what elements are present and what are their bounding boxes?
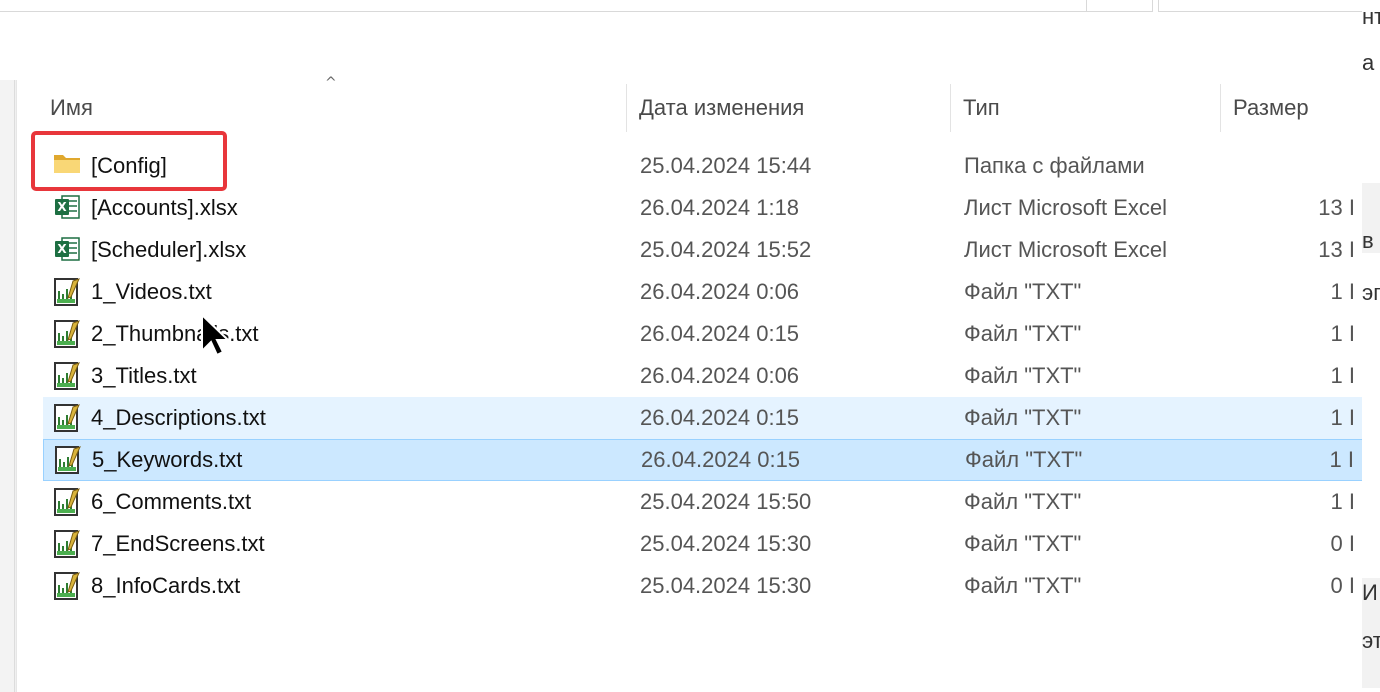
file-size: 1 I [1329,447,1354,472]
file-type: Файл "TXT" [964,279,1082,304]
text-file-icon [53,571,81,601]
file-type: Файл "TXT" [964,573,1082,598]
file-type: Файл "TXT" [964,489,1082,514]
file-date: 25.04.2024 15:44 [640,153,812,178]
file-size: 1 I [1330,489,1355,514]
file-date: 26.04.2024 0:06 [640,279,800,304]
file-date: 26.04.2024 0:06 [640,363,800,388]
excel-icon: X [53,235,81,265]
file-size: 1 I [1330,363,1355,388]
fragment-text: в [1362,228,1374,253]
excel-icon: X [53,193,81,223]
text-file-icon [53,403,81,433]
file-name: 8_InfoCards.txt [91,573,241,598]
file-size: 1 I [1330,405,1355,430]
column-divider[interactable] [626,84,627,132]
file-type: Файл "TXT" [964,405,1082,430]
file-size: 1 I [1330,279,1355,304]
text-file-icon [53,529,81,559]
file-name: 5_Keywords.txt [92,447,243,472]
address-bar[interactable] [0,0,1088,12]
file-name: 2_Thumbnails.txt [91,321,259,346]
file-date: 26.04.2024 0:15 [641,447,801,472]
file-name: 6_Comments.txt [91,489,252,514]
file-row[interactable]: 3_Titles.txt 26.04.2024 0:06 Файл "TXT" 1 I [43,355,1363,397]
file-date: 26.04.2024 1:18 [640,195,800,220]
fragment-text: эт [1362,628,1380,653]
file-type: Лист Microsoft Excel [964,195,1168,220]
file-size: 13 I [1318,237,1355,262]
file-row[interactable]: 2_Thumbnails.txt 26.04.2024 0:15 Файл "TXT… [43,313,1363,355]
file-type: Лист Microsoft Excel [964,237,1168,262]
text-file-icon [54,445,82,475]
file-name: 4_Descriptions.txt [91,405,266,430]
file-name: [Scheduler].xlsx [91,237,247,262]
file-row[interactable]: 6_Comments.txt 25.04.2024 15:50 Файл "TXT"… [43,481,1363,523]
file-name: 7_EndScreens.txt [91,531,265,556]
column-divider[interactable] [1220,84,1221,132]
file-date: 25.04.2024 15:50 [640,489,812,514]
file-row[interactable]: 7_EndScreens.txt 25.04.2024 15:30 Файл "TX… [43,523,1363,565]
column-divider[interactable] [950,84,951,132]
fragment-text: И [1362,580,1378,605]
file-date: 26.04.2024 0:15 [640,405,800,430]
file-row[interactable]: X [Scheduler].xlsx 25.04.2024 15:52 Лист Mi… [43,229,1363,271]
column-header-name[interactable]: Имя [50,95,93,121]
navigation-pane [0,80,15,692]
file-row[interactable]: [Config] 25.04.2024 15:44 Папка с файлами [43,145,1363,187]
highlight-box [31,131,227,191]
fragment-text: а [1362,50,1375,75]
file-name: [Accounts].xlsx [91,195,238,220]
file-row[interactable]: 8_InfoCards.txt 25.04.2024 15:30 Файл "TXT… [43,565,1363,607]
right-panel-fragment: нт а в эг И эт [1362,0,1380,692]
file-row[interactable]: 1_Videos.txt 26.04.2024 0:06 Файл "TXT" 1 I [43,271,1363,313]
text-file-icon [53,277,81,307]
text-file-icon [53,319,81,349]
file-date: 26.04.2024 0:15 [640,321,800,346]
svg-text:X: X [57,200,67,214]
file-size: 1 I [1330,321,1355,346]
column-header-size[interactable]: Размер [1233,95,1309,121]
file-type: Файл "TXT" [964,363,1082,388]
file-date: 25.04.2024 15:52 [640,237,812,262]
search-input[interactable] [1158,0,1364,12]
text-file-icon [53,487,81,517]
window-top-strip [0,0,1364,80]
fragment-text: нт [1362,4,1380,29]
file-type: Файл "TXT" [964,321,1082,346]
file-row[interactable]: 4_Descriptions.txt 26.04.2024 0:15 Файл "T… [43,397,1363,439]
file-name: 1_Videos.txt [91,279,212,304]
file-date: 25.04.2024 15:30 [640,531,812,556]
svg-text:X: X [57,242,67,256]
file-size: 13 I [1318,195,1355,220]
fragment-text: эг [1362,280,1380,305]
file-row[interactable]: X [Accounts].xlsx 26.04.2024 1:18 Лист Micr… [43,187,1363,229]
column-header-row: Имя Дата изменения Тип Размер [17,80,1363,132]
file-type: Файл "TXT" [965,447,1083,472]
file-name: 3_Titles.txt [91,363,197,388]
file-type: Папка с файлами [964,153,1145,178]
file-size: 0 I [1330,573,1355,598]
file-row[interactable]: 5_Keywords.txt 26.04.2024 0:15 Файл "TXT" 1… [43,439,1363,481]
file-type: Файл "TXT" [964,531,1082,556]
text-file-icon [53,361,81,391]
file-size: 0 I [1330,531,1355,556]
column-header-type[interactable]: Тип [963,95,1000,121]
file-date: 25.04.2024 15:30 [640,573,812,598]
column-header-date[interactable]: Дата изменения [639,95,804,121]
refresh-button[interactable] [1086,0,1153,12]
mouse-cursor-icon [201,313,230,357]
